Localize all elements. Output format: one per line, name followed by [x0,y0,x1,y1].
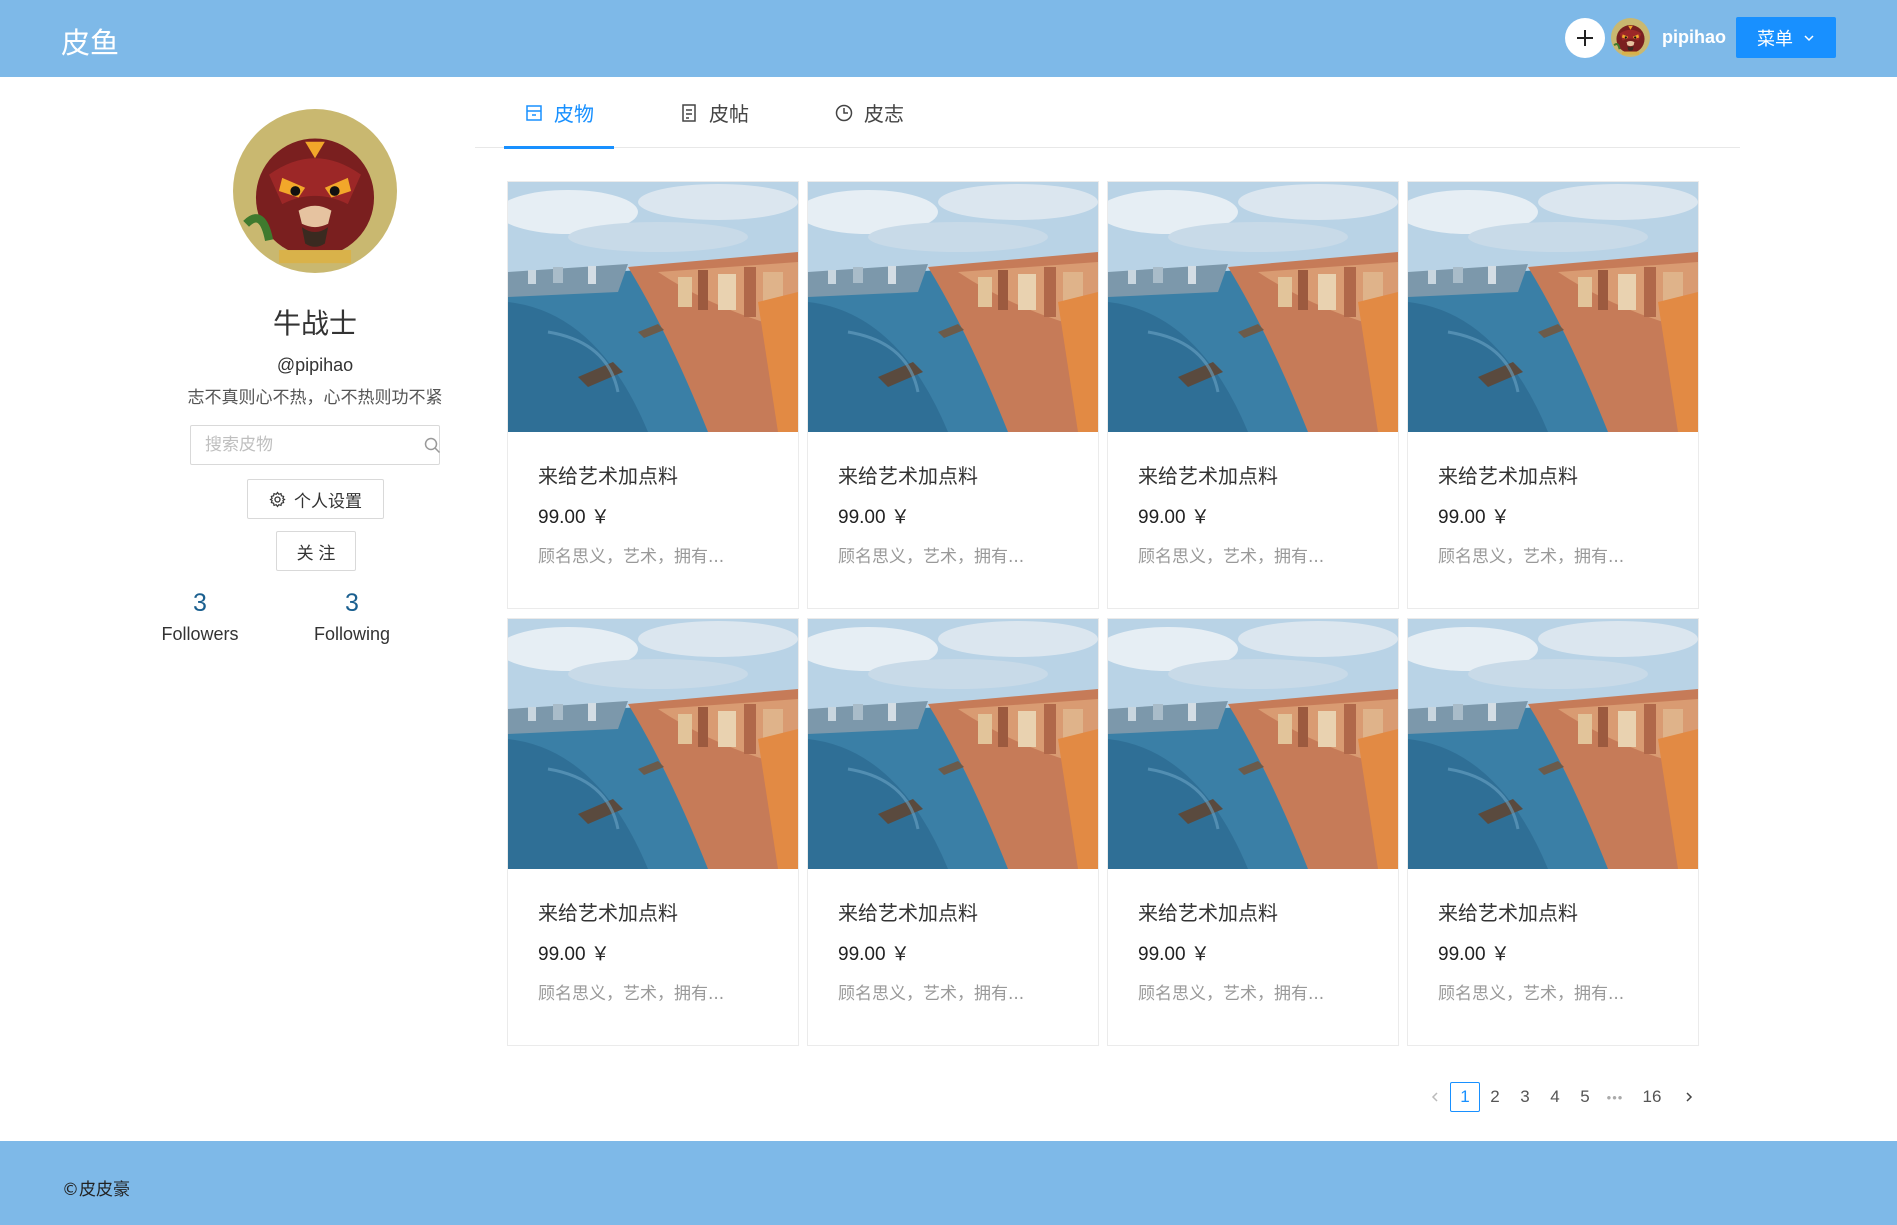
plus-icon [1577,29,1593,46]
tab-label: 皮志 [864,104,904,126]
product-price: 99.00 ￥ [838,944,910,965]
product-image [1108,182,1398,432]
product-card[interactable]: 来给艺术加点料 99.00 ￥ 顾名思义，艺术，拥有... [507,618,799,1046]
tab-posts[interactable]: 皮帖 [659,77,769,148]
header-username[interactable]: pipihao [1662,27,1726,48]
product-image [808,182,1098,432]
chevron-left-icon [1431,1092,1438,1102]
page-5-button[interactable]: 5 [1570,1082,1600,1112]
product-card[interactable]: 来给艺术加点料 99.00 ￥ 顾名思义，艺术，拥有... [507,181,799,609]
prev-page-button[interactable] [1420,1082,1450,1112]
product-title: 来给艺术加点料 [838,464,978,488]
search-icon[interactable] [424,437,441,454]
settings-button[interactable]: 个人设置 [247,479,384,519]
top-header: 皮鱼 pipihao 菜单 [0,0,1897,77]
followers-label: Followers [161,624,239,644]
header-avatar[interactable] [1611,18,1650,57]
product-image [508,182,798,432]
product-image [808,619,1098,869]
profile-motto: 志不真则心不热，心不热则功不紧 [187,388,443,407]
document-icon [682,103,696,122]
product-title: 来给艺术加点料 [1438,464,1578,488]
product-image [1408,619,1698,869]
product-price: 99.00 ￥ [1138,944,1210,965]
product-title: 来给艺术加点料 [1138,464,1278,488]
page-3-button[interactable]: 3 [1510,1082,1540,1112]
product-desc: 顾名思义，艺术，拥有... [538,547,725,567]
product-title: 来给艺术加点料 [1138,901,1278,925]
tab-label: 皮物 [554,104,594,126]
tab-bar: 皮物 皮帖 皮志 [475,77,1740,149]
following-label: Following [313,624,391,644]
product-image [1408,182,1698,432]
product-price: 99.00 ￥ [1438,944,1510,965]
product-desc: 顾名思义，艺术，拥有... [538,984,725,1004]
product-price: 99.00 ￥ [538,944,610,965]
product-search [190,425,441,465]
footer-copyright: ©皮皮豪 [62,1180,130,1200]
gear-icon [269,490,286,508]
page-1-button[interactable]: 1 [1450,1082,1480,1112]
shop-icon [526,104,542,121]
profile-avatar [233,109,397,273]
product-price: 99.00 ￥ [838,507,910,528]
product-card[interactable]: 来给艺术加点料 99.00 ￥ 顾名思义，艺术，拥有... [807,181,1099,609]
page-last-button[interactable]: 16 [1630,1082,1674,1112]
product-desc: 顾名思义，艺术，拥有... [838,984,1025,1004]
settings-label: 个人设置 [294,491,362,511]
page-4-button[interactable]: 4 [1540,1082,1570,1112]
profile-handle: @pipihao [276,355,354,375]
pagination: 1 2 3 4 5 ••• 16 [1420,1082,1704,1112]
product-price: 99.00 ￥ [1138,507,1210,528]
clock-icon [835,104,853,121]
product-card[interactable]: 来给艺术加点料 99.00 ￥ 顾名思义，艺术，拥有... [807,618,1099,1046]
product-price: 99.00 ￥ [1438,507,1510,528]
menu-label: 菜单 [1757,28,1793,49]
following-count: 3 [345,589,359,617]
product-desc: 顾名思义，艺术，拥有... [1438,984,1625,1004]
next-page-button[interactable] [1674,1082,1704,1112]
product-card[interactable]: 来给艺术加点料 99.00 ￥ 顾名思义，艺术，拥有... [1107,181,1399,609]
product-title: 来给艺术加点料 [838,901,978,925]
product-desc: 顾名思义，艺术，拥有... [1138,547,1325,567]
chevron-down-icon [1804,34,1814,41]
product-price: 99.00 ￥ [538,507,610,528]
add-button[interactable] [1565,17,1605,58]
product-image [508,619,798,869]
tab-journal[interactable]: 皮志 [814,77,924,148]
chevron-right-icon [1686,1092,1693,1102]
product-title: 来给艺术加点料 [538,464,678,488]
profile-name: 牛战士 [272,307,357,340]
followers-count: 3 [193,589,207,617]
product-card[interactable]: 来给艺术加点料 99.00 ￥ 顾名思义，艺术，拥有... [1407,181,1699,609]
page-footer: ©皮皮豪 [0,1141,1897,1225]
product-card[interactable]: 来给艺术加点料 99.00 ￥ 顾名思义，艺术，拥有... [1107,618,1399,1046]
page-ellipsis[interactable]: ••• [1600,1082,1630,1112]
product-desc: 顾名思义，艺术，拥有... [1438,547,1625,567]
tab-label: 皮帖 [709,104,749,126]
following-stat[interactable]: 3 Following [302,589,402,645]
follow-button[interactable]: 关 注 [276,531,356,571]
page-2-button[interactable]: 2 [1480,1082,1510,1112]
header-actions: pipihao 菜单 [1565,17,1836,58]
product-desc: 顾名思义，艺术，拥有... [1138,984,1325,1004]
search-input[interactable] [191,427,424,463]
menu-dropdown-button[interactable]: 菜单 [1736,17,1836,58]
tab-products[interactable]: 皮物 [504,77,614,149]
product-title: 来给艺术加点料 [1438,901,1578,925]
product-image [1108,619,1398,869]
brand-logo[interactable]: 皮鱼 [61,20,119,62]
product-desc: 顾名思义，艺术，拥有... [838,547,1025,567]
followers-stat[interactable]: 3 Followers [150,589,250,645]
product-title: 来给艺术加点料 [538,901,678,925]
product-card[interactable]: 来给艺术加点料 99.00 ￥ 顾名思义，艺术，拥有... [1407,618,1699,1046]
